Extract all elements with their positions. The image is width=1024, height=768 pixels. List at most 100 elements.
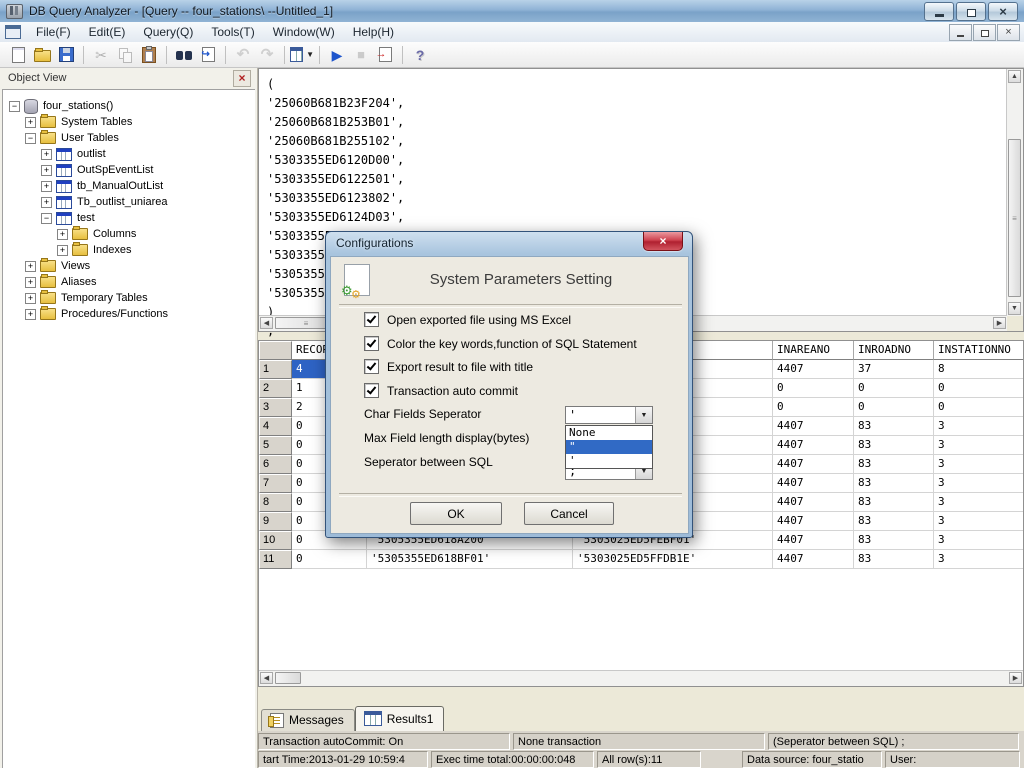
tree-expander-plus[interactable]: + xyxy=(57,229,68,240)
object-view-close-button[interactable]: × xyxy=(233,70,251,87)
row-header[interactable]: 2 xyxy=(259,379,292,398)
export-button[interactable] xyxy=(373,44,397,66)
grid-cell[interactable]: 3 xyxy=(934,417,1024,436)
tree-expander-plus[interactable]: + xyxy=(25,293,36,304)
copy-button[interactable] xyxy=(113,44,137,66)
row-header[interactable]: 10 xyxy=(259,531,292,550)
tree-expander-plus[interactable]: + xyxy=(41,149,52,160)
cancel-button[interactable]: Cancel xyxy=(524,502,614,525)
tree-expander-plus[interactable]: + xyxy=(57,245,68,256)
grid-cell[interactable]: 3 xyxy=(934,474,1024,493)
grid-cell[interactable]: 4407 xyxy=(773,531,854,550)
grid-cell[interactable]: 0 xyxy=(773,398,854,417)
grid-cell[interactable]: 4407 xyxy=(773,550,854,569)
tree-item-indexes[interactable]: +Indexes xyxy=(3,242,255,258)
tree-expander-minus[interactable]: − xyxy=(25,133,36,144)
column-header[interactable]: INAREANO xyxy=(773,341,854,360)
dropdown-option[interactable]: " xyxy=(566,440,652,454)
row-header[interactable]: 9 xyxy=(259,512,292,531)
menu-file[interactable]: File(F) xyxy=(27,23,80,41)
tab-messages[interactable]: Messages xyxy=(261,709,355,731)
tree-expander-plus[interactable]: + xyxy=(41,165,52,176)
tree-expander-plus[interactable]: + xyxy=(25,277,36,288)
char-separator-combobox[interactable]: ' ▼ xyxy=(565,406,653,424)
chevron-down-icon[interactable]: ▼ xyxy=(635,407,652,423)
scroll-down-button[interactable]: ▼ xyxy=(1008,302,1021,315)
tree-expander-plus[interactable]: + xyxy=(25,261,36,272)
tree-item-four-stations-[interactable]: −four_stations() xyxy=(3,98,255,114)
dropdown-option[interactable]: ' xyxy=(566,454,652,468)
grid-cell[interactable]: 4407 xyxy=(773,417,854,436)
grid-cell[interactable]: 3 xyxy=(934,455,1024,474)
tree-item-test[interactable]: −test xyxy=(3,210,255,226)
grid-cell[interactable]: 83 xyxy=(854,417,934,436)
grid-cell[interactable]: 4407 xyxy=(773,512,854,531)
grid-cell[interactable]: 3 xyxy=(934,436,1024,455)
grid-cell[interactable]: '5305355ED618BF01' xyxy=(367,550,573,569)
grid-cell[interactable]: 0 xyxy=(854,398,934,417)
tree-item-columns[interactable]: +Columns xyxy=(3,226,255,242)
menu-help[interactable]: Help(H) xyxy=(344,23,403,41)
grid-cell[interactable]: 4407 xyxy=(773,474,854,493)
grid-cell[interactable]: 3 xyxy=(934,493,1024,512)
redo-button[interactable]: ↷ xyxy=(255,44,279,66)
tree-item-views[interactable]: +Views xyxy=(3,258,255,274)
row-header[interactable]: 1 xyxy=(259,360,292,379)
row-header[interactable]: 6 xyxy=(259,455,292,474)
scroll-thumb[interactable] xyxy=(275,672,301,684)
undo-button[interactable]: ↶ xyxy=(231,44,255,66)
row-header[interactable]: 8 xyxy=(259,493,292,512)
tree-expander-plus[interactable]: + xyxy=(25,117,36,128)
grid-cell[interactable]: 83 xyxy=(854,512,934,531)
tree-expander-minus[interactable]: − xyxy=(9,101,20,112)
paste-button[interactable] xyxy=(137,44,161,66)
row-header[interactable]: 3 xyxy=(259,398,292,417)
execute-button[interactable]: ▶ xyxy=(325,44,349,66)
restore-button[interactable] xyxy=(956,2,986,21)
row-header[interactable]: 4 xyxy=(259,417,292,436)
find-button[interactable] xyxy=(172,44,196,66)
scroll-thumb[interactable]: ≡ xyxy=(1008,139,1021,297)
tree-item-outlist[interactable]: +outlist xyxy=(3,146,255,162)
menu-window[interactable]: Window(W) xyxy=(264,23,344,41)
grid-cell[interactable]: 83 xyxy=(854,531,934,550)
grid-cell[interactable]: 3 xyxy=(934,550,1024,569)
grid-cell[interactable]: 4407 xyxy=(773,455,854,474)
open-file-button[interactable] xyxy=(30,44,54,66)
tree-item-outspeventlist[interactable]: +OutSpEventList xyxy=(3,162,255,178)
grid-cell[interactable]: 3 xyxy=(934,531,1024,550)
row-header[interactable]: 7 xyxy=(259,474,292,493)
menu-query[interactable]: Query(Q) xyxy=(134,23,202,41)
grid-cell[interactable]: 0 xyxy=(854,379,934,398)
child-restore-button[interactable] xyxy=(973,24,996,41)
save-button[interactable] xyxy=(54,44,78,66)
grid-cell[interactable]: 0 xyxy=(934,398,1024,417)
grid-cell[interactable]: 8 xyxy=(934,360,1024,379)
tree-expander-plus[interactable]: + xyxy=(41,181,52,192)
stop-button[interactable]: ■ xyxy=(349,44,373,66)
tree-expander-plus[interactable]: + xyxy=(25,309,36,320)
checkbox-checked[interactable] xyxy=(364,312,379,327)
row-header[interactable]: 5 xyxy=(259,436,292,455)
scroll-left-button[interactable]: ◀ xyxy=(260,672,273,684)
dialog-close-button[interactable]: × xyxy=(643,232,683,251)
grid-cell[interactable]: 83 xyxy=(854,474,934,493)
grid-cell[interactable]: 83 xyxy=(854,550,934,569)
scroll-left-button[interactable]: ◀ xyxy=(260,317,273,329)
new-file-button[interactable] xyxy=(6,44,30,66)
grid-cell[interactable]: 83 xyxy=(854,493,934,512)
help-button[interactable]: ? xyxy=(408,44,432,66)
grid-cell[interactable]: '5303025ED5FFDB1E' xyxy=(573,550,773,569)
grid-cell[interactable]: 4407 xyxy=(773,436,854,455)
grid-cell[interactable]: 83 xyxy=(854,436,934,455)
tree-item-tb-outlist-uniarea[interactable]: +Tb_outlist_uniarea xyxy=(3,194,255,210)
checkbox-checked[interactable] xyxy=(364,336,379,351)
menu-edit[interactable]: Edit(E) xyxy=(80,23,135,41)
child-close-button[interactable]: × xyxy=(997,24,1020,41)
dropdown-option[interactable]: None xyxy=(566,426,652,440)
tree-item-tb-manualoutlist[interactable]: +tb_ManualOutList xyxy=(3,178,255,194)
tree-item-user-tables[interactable]: −User Tables xyxy=(3,130,255,146)
grid-dropdown-button[interactable]: ▼ xyxy=(290,44,314,66)
column-header[interactable]: INROADNO xyxy=(854,341,934,360)
grid-cell[interactable]: 4407 xyxy=(773,493,854,512)
